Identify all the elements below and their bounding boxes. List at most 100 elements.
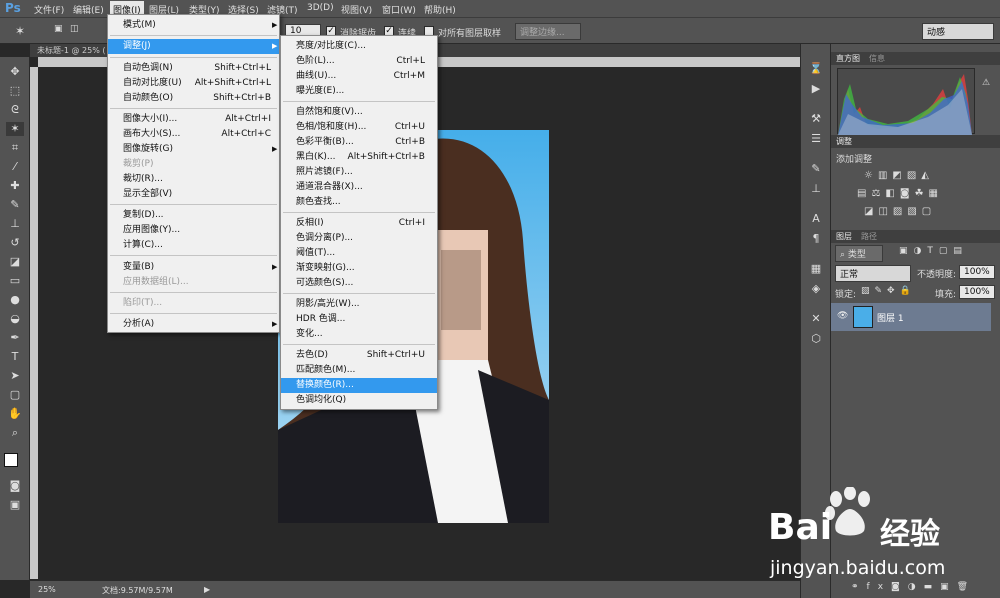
- adjust-item-variations[interactable]: 变化...: [281, 327, 437, 342]
- menu-help[interactable]: 帮助(H): [424, 3, 456, 16]
- blur-tool-icon[interactable]: ●: [6, 293, 24, 307]
- layer-comps-icon[interactable]: ▦: [809, 262, 823, 276]
- clone-source-icon[interactable]: ⊥: [809, 182, 823, 196]
- workspace-select[interactable]: 动感: [922, 23, 994, 40]
- marquee-tool-icon[interactable]: ⬚: [6, 84, 24, 98]
- image-menu-item-apply-image[interactable]: 应用图像(Y)...: [108, 223, 279, 238]
- add-selection-icon[interactable]: ◫: [70, 24, 79, 34]
- image-menu-item-mode[interactable]: 模式(M) ▶: [108, 18, 279, 33]
- menu-3d[interactable]: 3D(D): [307, 3, 334, 13]
- type-tool-icon[interactable]: T: [6, 350, 24, 364]
- tab-paths[interactable]: 路径: [861, 231, 877, 242]
- layer-filter-icons[interactable]: ▣◑T▢▤: [899, 246, 968, 256]
- tab-info[interactable]: 信息: [869, 53, 885, 64]
- adjust-item-posterize[interactable]: 色调分离(P)...: [281, 231, 437, 246]
- adjust-item-hdr-toning[interactable]: HDR 色调...: [281, 312, 437, 327]
- adjust-item-selective-color[interactable]: 可选颜色(S)...: [281, 276, 437, 291]
- image-menu-item-auto-tone[interactable]: 自动色调(N) Shift+Ctrl+L: [108, 61, 279, 76]
- tab-layers[interactable]: 图层: [836, 231, 852, 242]
- layer-row[interactable]: 👁 图层 1: [831, 303, 991, 331]
- image-menu-item-canvas-size[interactable]: 画布大小(S)... Alt+Ctrl+C: [108, 127, 279, 142]
- foreground-color-swatch[interactable]: [4, 453, 18, 467]
- lasso-tool-icon[interactable]: ᘓ: [6, 103, 24, 117]
- fill-input[interactable]: 100%: [959, 285, 995, 299]
- pen-tool-icon[interactable]: ✒: [6, 331, 24, 345]
- image-menu-item-image-size[interactable]: 图像大小(I)... Alt+Ctrl+I: [108, 112, 279, 127]
- image-menu-item-auto-color[interactable]: 自动颜色(O) Shift+Ctrl+B: [108, 91, 279, 106]
- menu-window[interactable]: 窗口(W): [382, 3, 416, 16]
- magic-wand-tool-icon[interactable]: ✶: [6, 122, 24, 136]
- tools-icon[interactable]: ✕: [809, 312, 823, 326]
- blend-mode-select[interactable]: 正常: [835, 265, 911, 282]
- crop-tool-icon[interactable]: ⌗: [6, 141, 24, 155]
- layer-name[interactable]: 图层 1: [877, 311, 904, 324]
- menu-edit[interactable]: 编辑(E): [73, 3, 104, 16]
- eyedropper-tool-icon[interactable]: ⁄: [6, 160, 24, 174]
- history-icon[interactable]: ⌛: [809, 62, 823, 76]
- 3d-icon[interactable]: ⬡: [809, 332, 823, 346]
- menu-file[interactable]: 文件(F): [34, 3, 64, 16]
- tool-presets-icon[interactable]: ⚒: [809, 112, 823, 126]
- paragraph-icon[interactable]: ¶: [809, 232, 823, 246]
- adjust-item-curves[interactable]: 曲线(U)... Ctrl+M: [281, 69, 437, 84]
- adjust-item-invert[interactable]: 反相(I) Ctrl+I: [281, 216, 437, 231]
- hand-tool-icon[interactable]: ✋: [6, 407, 24, 421]
- refine-edge-button[interactable]: 调整边缘...: [515, 23, 581, 40]
- tab-histogram[interactable]: 直方图: [836, 53, 860, 64]
- image-menu-item-calculations[interactable]: 计算(C)...: [108, 238, 279, 253]
- adjust-item-gradient-map[interactable]: 渐变映射(G)...: [281, 261, 437, 276]
- image-menu-item-rotation[interactable]: 图像旋转(G) ▶: [108, 142, 279, 157]
- image-menu-item-adjust[interactable]: 调整(J) ▶: [108, 39, 279, 54]
- path-select-tool-icon[interactable]: ➤: [6, 369, 24, 383]
- image-menu-item-analysis[interactable]: 分析(A) ▶: [108, 317, 279, 332]
- healing-tool-icon[interactable]: ✚: [6, 179, 24, 193]
- properties-icon[interactable]: ☰: [809, 132, 823, 146]
- adjust-item-brightness[interactable]: 亮度/对比度(C)...: [281, 39, 437, 54]
- adjust-item-channel-mixer[interactable]: 通道混合器(X)...: [281, 180, 437, 195]
- move-tool-icon[interactable]: ✥: [6, 65, 24, 79]
- menu-view[interactable]: 视图(V): [341, 3, 372, 16]
- image-menu-item-duplicate[interactable]: 复制(D)...: [108, 208, 279, 223]
- layer-visibility-eye-icon[interactable]: 👁: [837, 311, 848, 321]
- brush-tool-icon[interactable]: ✎: [6, 198, 24, 212]
- new-selection-icon[interactable]: ▣: [54, 24, 63, 34]
- lock-icons[interactable]: ▧✎✥🔒: [861, 286, 916, 296]
- adjust-item-levels[interactable]: 色阶(L)... Ctrl+L: [281, 54, 437, 69]
- adjust-item-match-color[interactable]: 匹配颜色(M)...: [281, 363, 437, 378]
- dodge-tool-icon[interactable]: ◒: [6, 312, 24, 326]
- quick-mask-icon[interactable]: ◙: [6, 479, 24, 493]
- magic-wand-icon[interactable]: ✶: [15, 24, 25, 38]
- brush-presets-icon[interactable]: ✎: [809, 162, 823, 176]
- channels-icon[interactable]: ◈: [809, 282, 823, 296]
- adjust-item-photo-filter[interactable]: 照片滤镜(F)...: [281, 165, 437, 180]
- layer-kind-filter[interactable]: ⌕ 类型: [835, 245, 883, 262]
- screen-mode-icon[interactable]: ▣: [6, 498, 24, 512]
- character-icon[interactable]: A: [809, 212, 823, 226]
- adjustment-icons-row-3[interactable]: ◪◫▨▧▢: [864, 206, 936, 217]
- adjust-item-replace-color[interactable]: 替换颜色(R)...: [281, 378, 437, 393]
- image-menu-item-variables[interactable]: 变量(B) ▶: [108, 260, 279, 275]
- actions-icon[interactable]: ▶: [809, 82, 823, 96]
- gradient-tool-icon[interactable]: ▭: [6, 274, 24, 288]
- adjustment-icons-row-2[interactable]: ▤⚖◧◙☘▦: [857, 188, 943, 199]
- image-menu-item-trim[interactable]: 裁切(R)...: [108, 172, 279, 187]
- status-menu-arrow-icon[interactable]: ▶: [204, 585, 210, 594]
- adjustment-icons-row-1[interactable]: ☼▥◩▨◭: [864, 170, 934, 181]
- document-tab[interactable]: 未标题-1 @ 25% (: [37, 45, 106, 56]
- adjust-item-exposure[interactable]: 曝光度(E)...: [281, 84, 437, 99]
- adjust-item-color-balance[interactable]: 色彩平衡(B)... Ctrl+B: [281, 135, 437, 150]
- adjust-item-shadows-highlights[interactable]: 阴影/高光(W)...: [281, 297, 437, 312]
- adjust-item-desaturate[interactable]: 去色(D) Shift+Ctrl+U: [281, 348, 437, 363]
- stamp-tool-icon[interactable]: ⊥: [6, 217, 24, 231]
- zoom-tool-icon[interactable]: ⌕: [6, 426, 24, 440]
- zoom-level[interactable]: 25%: [38, 585, 56, 594]
- image-menu-item-auto-contrast[interactable]: 自动对比度(U) Alt+Shift+Ctrl+L: [108, 76, 279, 91]
- adjust-item-equalize[interactable]: 色调均化(Q): [281, 393, 437, 408]
- eraser-tool-icon[interactable]: ◪: [6, 255, 24, 269]
- adjust-item-vibrance[interactable]: 自然饱和度(V)...: [281, 105, 437, 120]
- adjust-item-threshold[interactable]: 阈值(T)...: [281, 246, 437, 261]
- opacity-input[interactable]: 100%: [959, 265, 995, 279]
- histogram-warning-icon[interactable]: ⚠: [982, 78, 990, 88]
- image-menu-item-reveal-all[interactable]: 显示全部(V): [108, 187, 279, 202]
- shape-tool-icon[interactable]: ▢: [6, 388, 24, 402]
